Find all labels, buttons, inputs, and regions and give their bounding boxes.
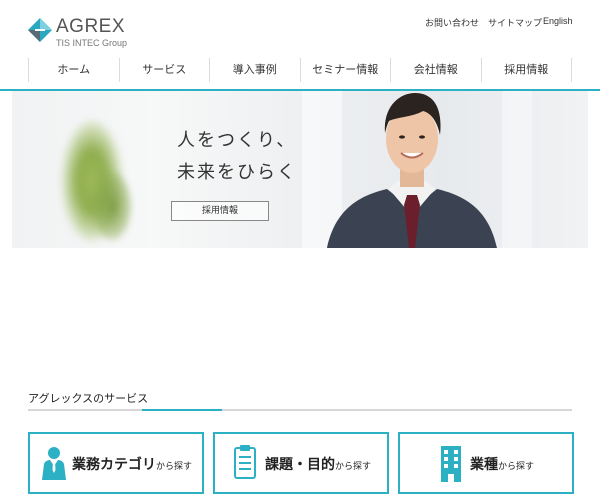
person-icon	[42, 447, 66, 480]
card-sub-label: から探す	[498, 462, 535, 472]
agrex-logo[interactable]: AGREX TIS INTEC Group	[28, 16, 138, 52]
recruit-button[interactable]: 採用情報	[171, 201, 269, 221]
nav-item-home[interactable]: ホーム	[28, 58, 119, 82]
card-main-label: 課題・目的	[265, 457, 335, 473]
card-sub-label: から探す	[335, 462, 372, 472]
card-main-label: 業務カテゴリ	[72, 457, 156, 473]
service-card-issue[interactable]: 課題・目的から探す	[213, 432, 389, 494]
nav-item-seminars[interactable]: セミナー情報	[299, 58, 391, 82]
plant-blur-2	[92, 171, 132, 241]
nav-item-company[interactable]: 会社情報	[390, 58, 481, 82]
services-divider	[28, 409, 572, 411]
contact-link[interactable]: お問い合わせ	[425, 16, 479, 29]
clipboard-icon	[234, 445, 256, 479]
card-sub-label: から探す	[156, 462, 193, 472]
service-card-category[interactable]: 業務カテゴリから探す	[28, 432, 204, 494]
logo-mark-icon	[28, 18, 52, 42]
services-divider-accent	[142, 409, 222, 411]
services-title: アグレックスのサービス	[28, 392, 149, 405]
hero-headline-1: 人をつくり、	[177, 130, 297, 151]
english-link[interactable]: English	[543, 16, 573, 26]
card-main-label: 業種	[470, 457, 498, 473]
main-nav: ホーム サービス 導入事例 セミナー情報 会社情報 採用情報	[28, 58, 572, 82]
nav-item-case-studies[interactable]: 導入事例	[209, 58, 300, 82]
hero-banner: 人をつくり、 未来をひらく 採用情報	[12, 91, 588, 248]
logo-subtext: TIS INTEC Group	[56, 38, 128, 48]
service-card-industry[interactable]: 業種から探す	[398, 432, 574, 494]
nav-item-recruit[interactable]: 採用情報	[480, 58, 572, 82]
building-icon	[441, 446, 461, 482]
person-photo	[327, 93, 497, 248]
logo-text: AGREX	[56, 16, 126, 37]
nav-item-services[interactable]: サービス	[118, 58, 210, 82]
hero-headline-2: 未来をひらく	[177, 162, 297, 183]
sitemap-link[interactable]: サイトマップ	[488, 16, 542, 29]
